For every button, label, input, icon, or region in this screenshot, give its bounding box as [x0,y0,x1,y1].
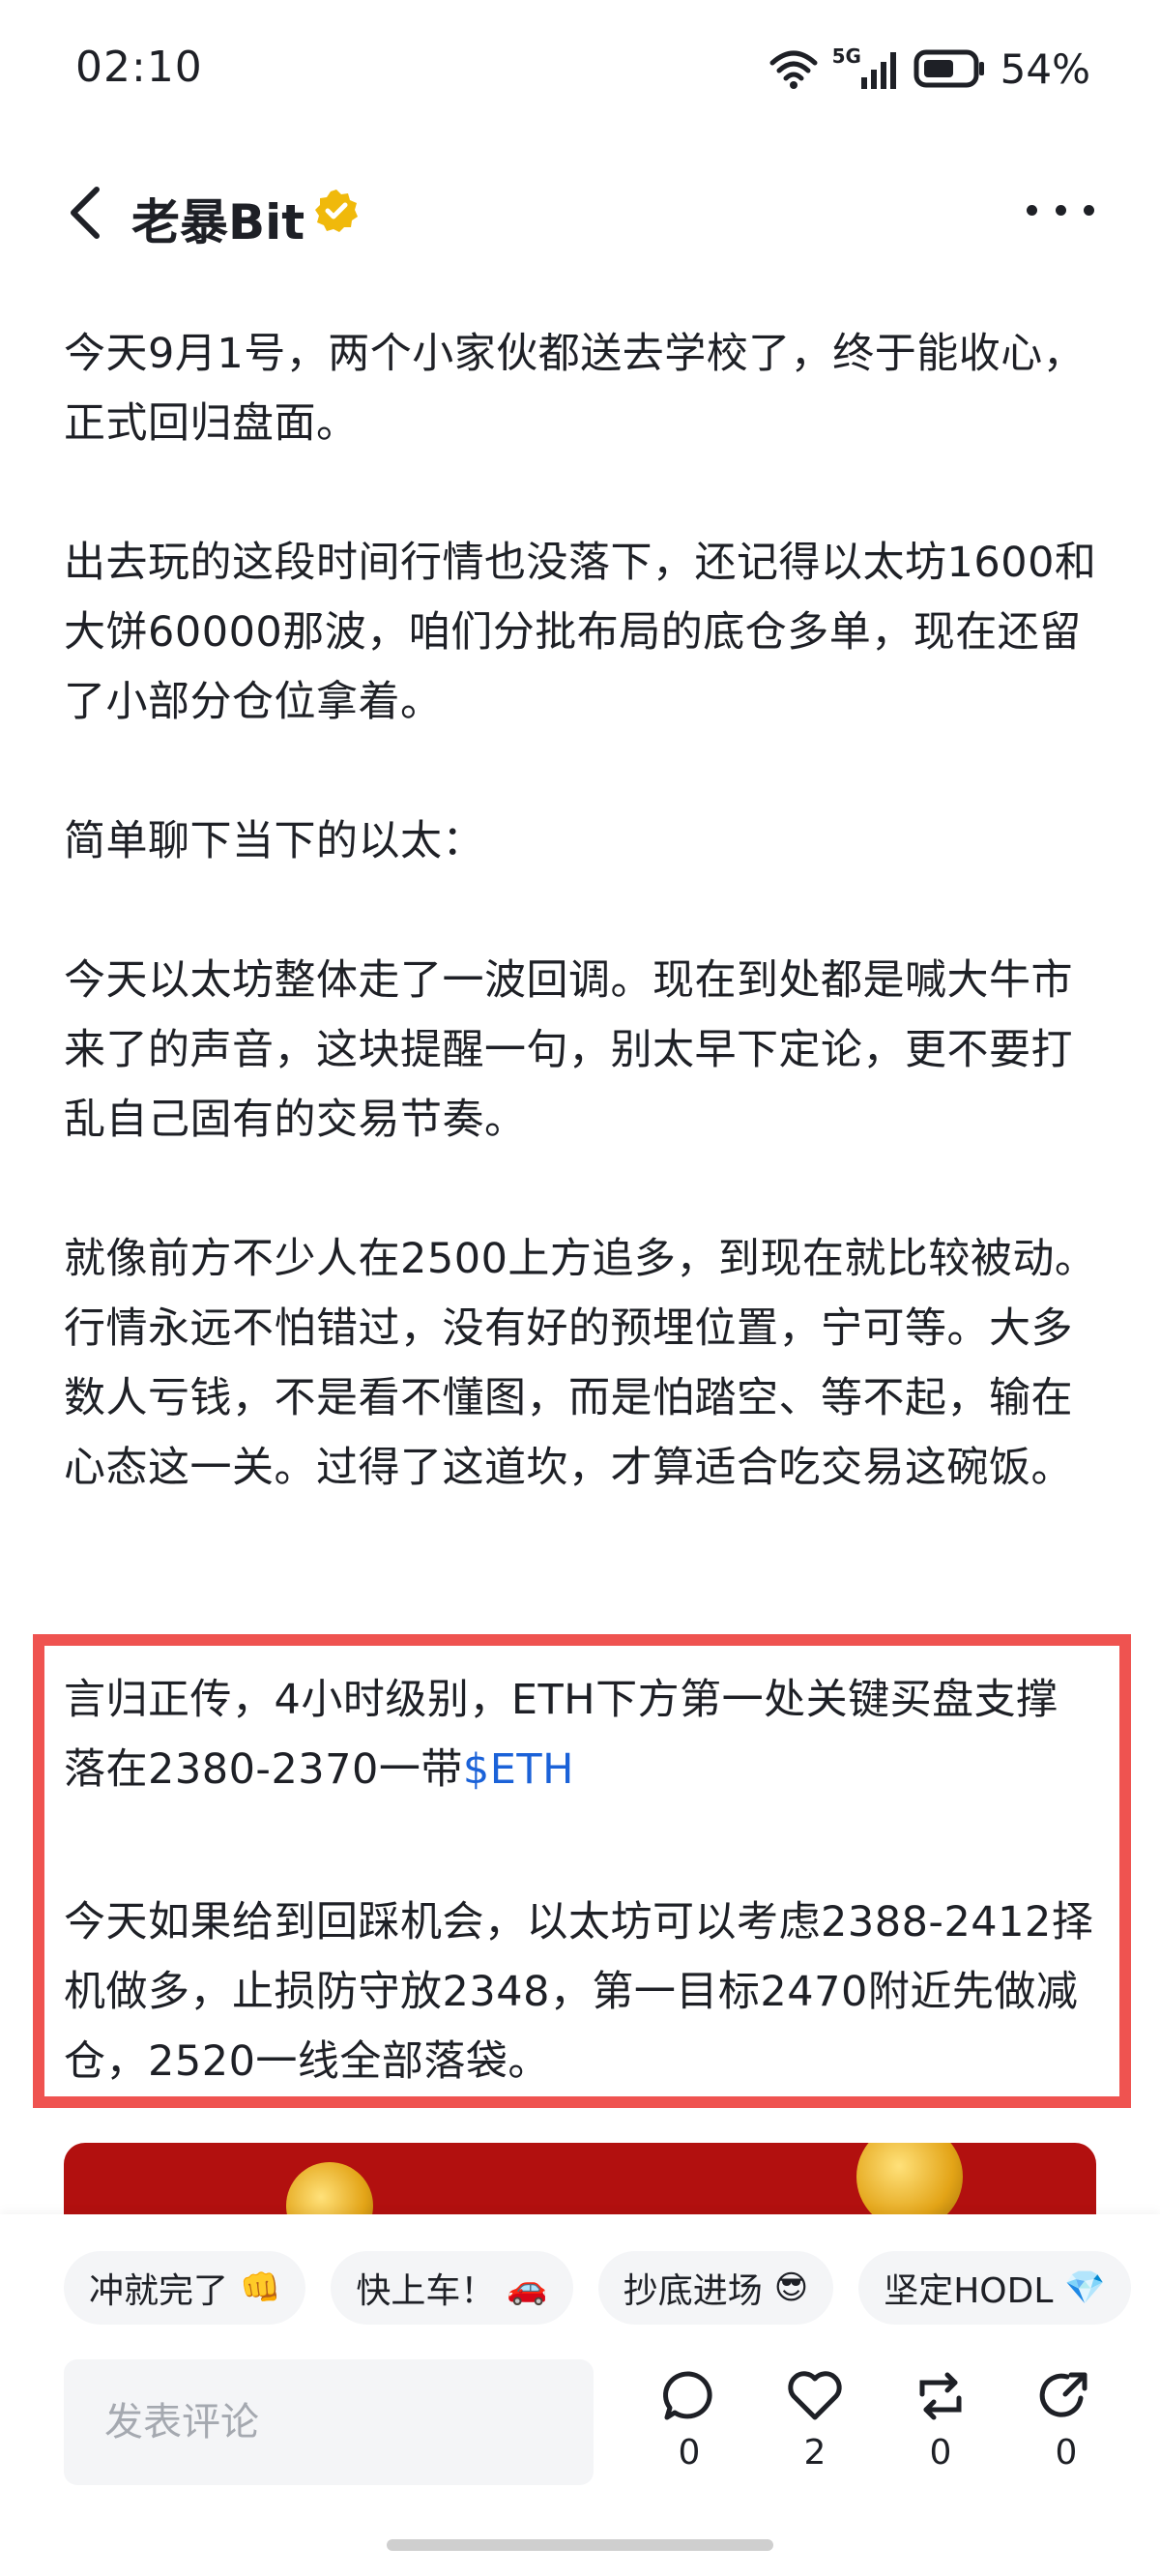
share-count: 0 [1055,2433,1078,2473]
comment-icon [663,2371,712,2420]
repost-icon [919,2372,962,2420]
like-count: 2 [803,2433,826,2473]
reaction-chips: 冲就完了 👊 快上车！ 🚗 抄底进场 😎 坚定HODL 💎 [64,2251,1131,2325]
comment-button[interactable]: 0 [655,2369,723,2473]
share-button[interactable]: 0 [1032,2369,1100,2473]
post-paragraph: 出去玩的这段时间行情也没落下，还记得以太坊1600和大饼60000那波，咱们分批… [64,539,1097,726]
reaction-chip[interactable]: 冲就完了 👊 [64,2251,306,2325]
post-paragraph: 就像前方不少人在2500上方追多，到现在就比较被动。行情永远不怕错过，没有好的预… [64,1235,1097,1492]
reaction-chip[interactable]: 坚定HODL 💎 [858,2251,1131,2325]
comment-input[interactable] [64,2359,594,2485]
author-name[interactable]: 老暴Bit [131,184,304,253]
repost-button[interactable]: 0 [907,2369,974,2473]
like-button[interactable]: 2 [781,2369,849,2473]
key-support-paragraph: 言归正传，4小时级别，ETH下方第一处关键买盘支撑落在2380-2370一带$E… [64,1665,1098,1804]
status-icons: 5G 54% [768,44,1090,93]
eth-ticker-link[interactable]: $ETH [463,1745,574,1794]
chevron-left-icon [71,187,100,239]
bottom-bar: 冲就完了👊 快上车！🚗 抄底进场😎 坚定HODL💎 0 2 0 [0,2214,1160,2576]
reaction-chip[interactable]: 快上车！ 🚗 [331,2251,573,2325]
home-indicator[interactable] [387,2539,773,2551]
battery-icon [914,49,984,88]
share-icon [1039,2372,1088,2417]
post-paragraph: 简单聊下当下的以太： [64,817,484,865]
more-options-button[interactable] [1027,195,1094,224]
status-bar: 02:10 5G 54% [0,0,1160,145]
comment-count: 0 [678,2433,701,2473]
post-header: 老暴Bit [0,164,1160,261]
back-button[interactable] [56,182,114,244]
diamond-icon: 💎 [1064,2269,1106,2307]
post-paragraph: 今天以太坊整体走了一波回调。现在到处都是喊大牛市来了的声音，这块提醒一句，别太早… [64,956,1073,1144]
more-dots-icon [1027,204,1037,216]
battery-percent: 54% [1000,44,1090,93]
signal-icon: 5G [832,44,900,91]
post-paragraph: 今天9月1号，两个小家伙都送去学校了，终于能收心，正式回归盘面。 [64,330,1086,448]
post-content: 今天9月1号，两个小家伙都送去学校了，终于能收心，正式回归盘面。 出去玩的这段时… [64,319,1098,1572]
verified-badge-icon [315,190,358,232]
repost-count: 0 [929,2433,952,2473]
sunglasses-icon: 😎 [773,2269,809,2307]
status-time: 02:10 [75,43,203,92]
heart-icon [788,2371,842,2420]
trade-plan-paragraph: 今天如果给到回踩机会，以太坊可以考虑2388-2412择机做多，止损防守放234… [64,1898,1094,2086]
wifi-icon [769,50,818,89]
fist-icon: 👊 [240,2269,281,2307]
reaction-chip[interactable]: 抄底进场 😎 [597,2251,834,2325]
car-icon: 🚗 [507,2269,548,2307]
